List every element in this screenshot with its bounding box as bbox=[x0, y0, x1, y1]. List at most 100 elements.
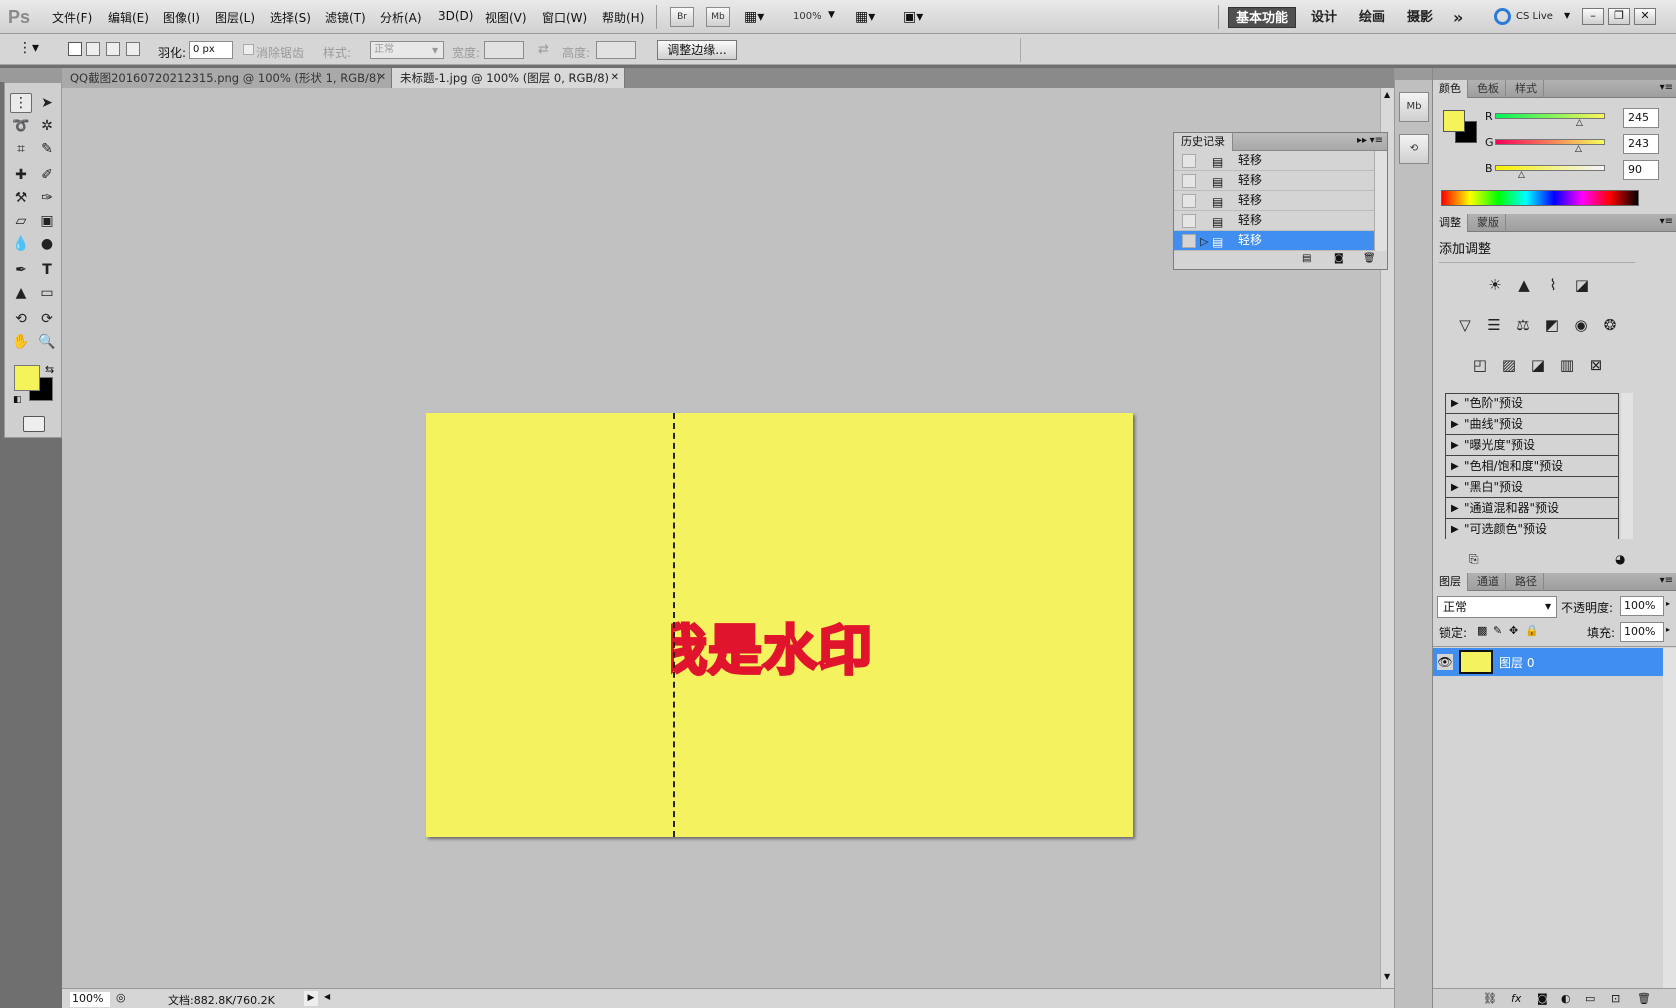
new-snapshot-icon[interactable]: ◙ bbox=[1334, 253, 1344, 264]
scroll-left-icon[interactable]: ◀ bbox=[324, 992, 330, 1001]
style-dropdown-icon[interactable]: ▼ bbox=[432, 46, 438, 55]
cs-live-label[interactable]: CS Live bbox=[1516, 11, 1553, 22]
g-slider-handle-icon[interactable]: △ bbox=[1575, 144, 1582, 154]
close-window-button[interactable]: ✕ bbox=[1634, 8, 1656, 25]
delete-state-icon[interactable]: 🗑 bbox=[1363, 253, 1376, 264]
dodge-tool-icon[interactable]: ● bbox=[36, 234, 58, 254]
tab-color[interactable]: 颜色 bbox=[1433, 80, 1468, 98]
mini-bridge-button[interactable]: Mb bbox=[706, 7, 730, 27]
lock-all-icon[interactable]: 🔒 bbox=[1525, 624, 1539, 637]
close-tab-icon[interactable]: ✕ bbox=[611, 68, 619, 88]
lock-pixels-icon[interactable]: ✎ bbox=[1493, 624, 1502, 637]
collapse-panel-icon[interactable]: ▸▸ bbox=[1357, 135, 1367, 146]
color-balance-icon[interactable]: ⚖ bbox=[1511, 314, 1535, 336]
blur-tool-icon[interactable]: 💧 bbox=[10, 234, 32, 254]
scroll-up-icon[interactable]: ▲ bbox=[1384, 90, 1390, 99]
type-tool-icon[interactable]: T bbox=[36, 260, 58, 280]
workspace-painting[interactable]: 绘画 bbox=[1352, 7, 1392, 28]
curves-icon[interactable]: ⌇ bbox=[1541, 274, 1565, 296]
invert-icon[interactable]: ◰ bbox=[1468, 354, 1492, 376]
g-slider[interactable] bbox=[1495, 139, 1605, 145]
delete-layer-icon[interactable]: 🗑 bbox=[1637, 992, 1651, 1005]
healing-brush-tool-icon[interactable]: ✚ bbox=[10, 165, 32, 185]
feather-input[interactable]: 0 px bbox=[189, 41, 233, 59]
b-slider-handle-icon[interactable]: △ bbox=[1518, 170, 1525, 180]
new-document-from-state-icon[interactable]: ▤ bbox=[1302, 253, 1311, 264]
history-row[interactable]: ▤ 轻移 bbox=[1174, 211, 1374, 231]
tab-paths[interactable]: 路径 bbox=[1509, 573, 1544, 591]
zoom-level[interactable]: 100% bbox=[793, 11, 822, 22]
bridge-button[interactable]: Br bbox=[670, 7, 694, 27]
color-spectrum-ramp[interactable] bbox=[1441, 190, 1639, 206]
menu-layer[interactable]: 图层(L) bbox=[215, 9, 255, 26]
fill-slider-icon[interactable]: ▸ bbox=[1666, 625, 1670, 634]
magic-wand-tool-icon[interactable]: ✲ bbox=[36, 116, 58, 136]
history-source-checkbox[interactable] bbox=[1182, 154, 1196, 168]
tab-untitled-1[interactable]: 未标题-1.jpg @ 100% (图层 0, RGB/8) * ✕ bbox=[392, 68, 625, 105]
new-layer-icon[interactable]: ⊡ bbox=[1611, 992, 1620, 1005]
preset-hue-saturation[interactable]: ▶ "色相/饱和度"预设 bbox=[1446, 457, 1618, 477]
blend-mode-select[interactable]: 正常 bbox=[1437, 596, 1557, 618]
panel-menu-icon[interactable]: ▾≡ bbox=[1660, 82, 1673, 93]
menu-edit[interactable]: 编辑(E) bbox=[108, 9, 149, 26]
layer-visibility-eye-icon[interactable]: 👁 bbox=[1437, 654, 1453, 670]
eraser-tool-icon[interactable]: ▱ bbox=[10, 211, 32, 231]
tab-layers[interactable]: 图层 bbox=[1433, 573, 1468, 591]
preset-curves[interactable]: ▶ "曲线"预设 bbox=[1446, 415, 1618, 435]
history-source-checkbox[interactable] bbox=[1182, 174, 1196, 188]
refine-edge-button[interactable]: 调整边缘... bbox=[657, 40, 737, 60]
menu-file[interactable]: 文件(F) bbox=[52, 9, 92, 26]
black-white-icon[interactable]: ◩ bbox=[1540, 314, 1564, 336]
add-mask-icon[interactable]: ◙ bbox=[1537, 992, 1548, 1005]
3d-rotate-tool-icon[interactable]: ⟲ bbox=[10, 309, 32, 329]
foreground-color-swatch[interactable] bbox=[14, 365, 40, 391]
lock-position-icon[interactable]: ✥ bbox=[1509, 624, 1518, 637]
status-info-icon[interactable]: ◎ bbox=[116, 991, 126, 1004]
presets-scrollbar[interactable] bbox=[1621, 393, 1633, 539]
preset-exposure[interactable]: ▶ "曝光度"预设 bbox=[1446, 436, 1618, 456]
tab-adjustments[interactable]: 调整 bbox=[1433, 214, 1468, 232]
layers-scrollbar[interactable] bbox=[1663, 648, 1676, 988]
tool-preset-icon[interactable]: ⋮▾ bbox=[18, 40, 39, 56]
intersect-selection-icon[interactable] bbox=[126, 42, 140, 56]
document-canvas[interactable]: 我是水印 bbox=[426, 413, 1133, 837]
tab-masks[interactable]: 蒙版 bbox=[1471, 214, 1506, 232]
width-input[interactable] bbox=[484, 41, 524, 59]
cs-live-icon[interactable] bbox=[1494, 8, 1511, 25]
hue-saturation-icon[interactable]: ☰ bbox=[1482, 314, 1506, 336]
lock-transparent-icon[interactable]: ▩ bbox=[1477, 624, 1487, 637]
height-input[interactable] bbox=[596, 41, 636, 59]
minimize-button[interactable]: – bbox=[1582, 8, 1604, 25]
fill-input[interactable]: 100% bbox=[1620, 622, 1664, 642]
history-brush-tool-icon[interactable]: ✑ bbox=[36, 188, 58, 208]
pen-tool-icon[interactable]: ✒ bbox=[10, 260, 32, 280]
menu-select[interactable]: 选择(S) bbox=[270, 9, 311, 26]
layer-style-icon[interactable]: fx bbox=[1511, 992, 1521, 1005]
link-layers-icon[interactable]: ⛓ bbox=[1483, 992, 1497, 1005]
g-value-input[interactable]: 243 bbox=[1623, 134, 1659, 154]
history-panel-button-icon[interactable]: ⟲ bbox=[1399, 134, 1429, 164]
preset-levels[interactable]: ▶ "色阶"预设 bbox=[1446, 394, 1618, 414]
opacity-input[interactable]: 100% bbox=[1620, 596, 1664, 616]
exposure-icon[interactable]: ◪ bbox=[1570, 274, 1594, 296]
workspace-photography[interactable]: 摄影 bbox=[1400, 7, 1440, 28]
history-row-active[interactable]: ▷ ▤ 轻移 bbox=[1174, 231, 1374, 251]
layer-row-0[interactable]: 👁 图层 0 bbox=[1433, 648, 1663, 676]
close-tab-icon[interactable]: ✕ bbox=[378, 68, 386, 88]
menu-help[interactable]: 帮助(H) bbox=[602, 9, 644, 26]
history-row[interactable]: ▤ 轻移 bbox=[1174, 151, 1374, 171]
marquee-tool-icon[interactable]: ⋮ bbox=[10, 93, 32, 113]
channel-mixer-icon[interactable]: ❂ bbox=[1598, 314, 1622, 336]
history-scrollbar[interactable] bbox=[1374, 151, 1387, 251]
panel-menu-icon[interactable]: ▾≡ bbox=[1660, 216, 1673, 227]
clone-stamp-tool-icon[interactable]: ⚒ bbox=[10, 188, 32, 208]
preset-black-white[interactable]: ▶ "黑白"预设 bbox=[1446, 478, 1618, 498]
eyedropper-tool-icon[interactable]: ✎ bbox=[36, 139, 58, 159]
screen-mode-icon[interactable]: ▣▾ bbox=[903, 9, 923, 25]
zoom-dropdown-icon[interactable]: ▼ bbox=[828, 10, 835, 20]
view-extras-icon[interactable]: ▦▾ bbox=[744, 9, 764, 25]
swap-dimensions-icon[interactable]: ⇄ bbox=[538, 42, 549, 57]
add-to-selection-icon[interactable] bbox=[86, 42, 100, 56]
brightness-contrast-icon[interactable]: ☀ bbox=[1483, 274, 1507, 296]
layer-name[interactable]: 图层 0 bbox=[1499, 654, 1534, 671]
